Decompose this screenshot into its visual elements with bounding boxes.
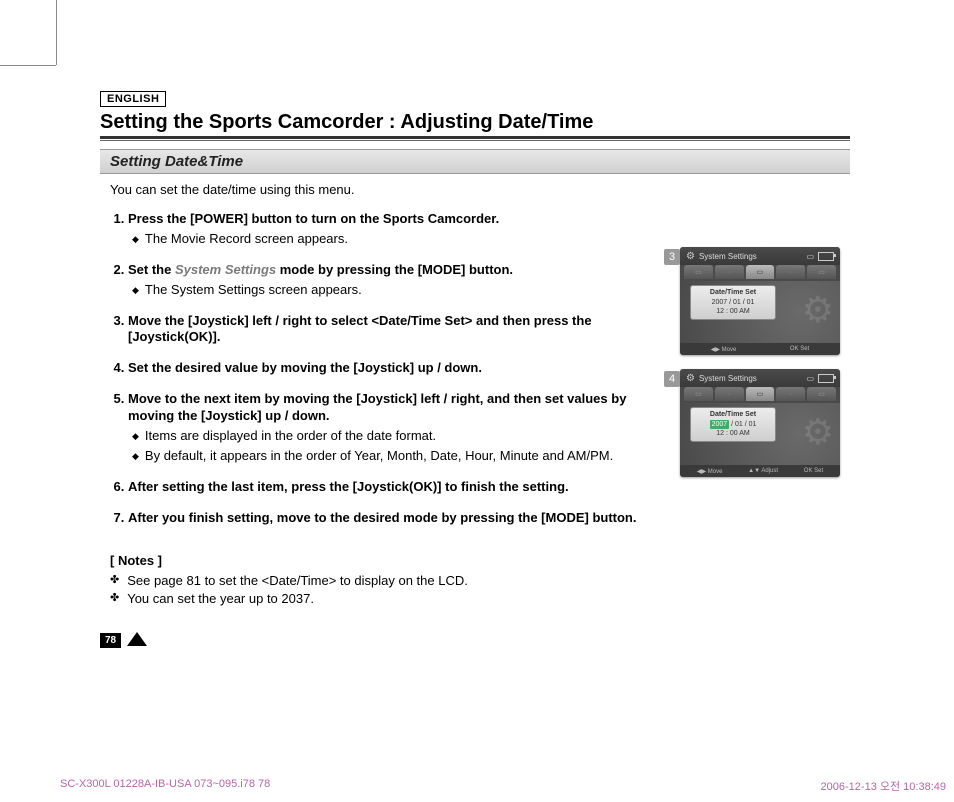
step-1: Press the [POWER] button to turn on the … <box>128 211 654 248</box>
year-highlight: 2007 <box>710 420 730 429</box>
step-text: After you finish setting, move to the de… <box>128 510 636 525</box>
panel-title: Date/Time Set <box>691 410 775 419</box>
page-number-badge: 78 <box>100 632 141 650</box>
step-sub: Items are displayed in the order of the … <box>132 428 654 445</box>
steps-list: Press the [POWER] button to turn on the … <box>100 211 654 527</box>
lcd-header: ⚙ System Settings ▭ <box>680 369 840 387</box>
hint-set: OK Set <box>790 346 809 352</box>
step-text: Press the [POWER] button to turn on the … <box>128 211 499 226</box>
hint-adjust: Adjust <box>761 468 778 474</box>
note-item: See page 81 to set the <Date/Time> to di… <box>110 572 654 590</box>
lcd-tab-row: ▭ · ▭ · ▭ <box>680 265 840 281</box>
battery-icon <box>818 252 834 261</box>
step-sub: The Movie Record screen appears. <box>132 231 654 248</box>
panel-title: Date/Time Set <box>691 288 775 297</box>
divider-thin <box>100 140 850 141</box>
footer-filename: SC-X300L 01228A-IB-USA 073~095.i78 78 <box>60 778 270 794</box>
step-6: After setting the last item, press the [… <box>128 479 654 496</box>
gear-icon: ⚙ <box>686 251 695 262</box>
hint-move: Move <box>722 347 737 353</box>
manual-page: ENGLISH Setting the Sports Camcorder : A… <box>100 90 850 650</box>
step-2: Set the System Settings mode by pressing… <box>128 262 654 299</box>
card-icon: ▭ <box>806 252 814 261</box>
instructions-column: Press the [POWER] button to turn on the … <box>100 211 654 650</box>
panel-date: 2007 / 01 / 01 <box>691 298 775 307</box>
crop-mark-top <box>0 65 56 66</box>
gear-watermark-icon: ⚙ <box>802 411 834 453</box>
screenshot-number: 4 <box>664 371 680 387</box>
section-subhead: Setting Date&Time <box>100 149 850 174</box>
step-sub: The System Settings screen appears. <box>132 282 654 299</box>
lcd-tab: ▭ <box>684 387 713 401</box>
step-sub: By default, it appears in the order of Y… <box>132 448 654 465</box>
emphasis: System Settings <box>175 262 276 277</box>
page-title: Setting the Sports Camcorder : Adjusting… <box>100 111 850 134</box>
lcd-tab: ▭ <box>684 265 713 279</box>
lcd-tab: ▭ <box>807 387 836 401</box>
step-text: Set the System Settings mode by pressing… <box>128 262 513 277</box>
print-footer: SC-X300L 01228A-IB-USA 073~095.i78 78 20… <box>60 778 954 794</box>
lcd-tab: · <box>776 265 805 279</box>
hint-set: OK Set <box>804 468 823 474</box>
lcd-header-title: System Settings <box>699 252 757 261</box>
step-text: Move to the next item by moving the [Joy… <box>128 391 626 423</box>
lcd-screen: ⚙ System Settings ▭ ▭ · ▭ · ▭ ⚙ <box>680 369 840 477</box>
card-icon: ▭ <box>806 374 814 383</box>
lcd-screenshot-4: 4 ⚙ System Settings ▭ ▭ · ▭ · ▭ <box>670 369 842 477</box>
intro-text: You can set the date/time using this men… <box>110 182 850 197</box>
step-4: Set the desired value by moving the [Joy… <box>128 360 654 377</box>
date-time-panel: Date/Time Set 2007 / 01 / 01 12 : 00 AM <box>690 407 776 442</box>
footer-timestamp: 2006-12-13 오전 10:38:49 <box>821 778 946 794</box>
screenshots-column: 3 ⚙ System Settings ▭ ▭ · ▭ · ▭ <box>670 211 850 650</box>
date-time-panel: Date/Time Set 2007 / 01 / 01 12 : 00 AM <box>690 285 776 320</box>
divider-thick <box>100 136 850 139</box>
lcd-header: ⚙ System Settings ▭ <box>680 247 840 265</box>
panel-time: 12 : 00 AM <box>691 307 775 316</box>
lcd-screen: ⚙ System Settings ▭ ▭ · ▭ · ▭ ⚙ <box>680 247 840 355</box>
gear-icon: ⚙ <box>686 373 695 384</box>
panel-time: 12 : 00 AM <box>691 429 775 438</box>
step-7: After you finish setting, move to the de… <box>128 510 654 527</box>
lcd-footer: ◀▶ Move OK Set <box>680 343 840 355</box>
lcd-tab: · <box>715 387 744 401</box>
notes-heading: [ Notes ] <box>110 553 654 568</box>
lcd-tab-active: ▭ <box>746 265 775 279</box>
battery-icon <box>818 374 834 383</box>
lcd-footer: ◀▶ Move ▲▼ Adjust OK Set <box>680 465 840 477</box>
lcd-tab-row: ▭ · ▭ · ▭ <box>680 387 840 403</box>
step-text: After setting the last item, press the [… <box>128 479 569 494</box>
step-text: Move the [Joystick] left / right to sele… <box>128 313 592 345</box>
triangle-icon <box>127 632 147 646</box>
screenshot-number: 3 <box>664 249 680 265</box>
lcd-tab: · <box>776 387 805 401</box>
gear-watermark-icon: ⚙ <box>802 289 834 331</box>
panel-date: 2007 / 01 / 01 <box>691 420 775 429</box>
page-number: 78 <box>100 633 121 648</box>
step-3: Move the [Joystick] left / right to sele… <box>128 313 654 347</box>
note-item: You can set the year up to 2037. <box>110 590 654 608</box>
step-5: Move to the next item by moving the [Joy… <box>128 391 654 465</box>
lcd-tab: ▭ <box>807 265 836 279</box>
lcd-screenshot-3: 3 ⚙ System Settings ▭ ▭ · ▭ · ▭ <box>670 247 842 355</box>
crop-mark-left <box>56 0 57 65</box>
lcd-tab: · <box>715 265 744 279</box>
hint-move: Move <box>708 469 723 475</box>
lcd-tab-active: ▭ <box>746 387 775 401</box>
language-badge: ENGLISH <box>100 91 166 107</box>
step-text: Set the desired value by moving the [Joy… <box>128 360 482 375</box>
lcd-header-title: System Settings <box>699 374 757 383</box>
